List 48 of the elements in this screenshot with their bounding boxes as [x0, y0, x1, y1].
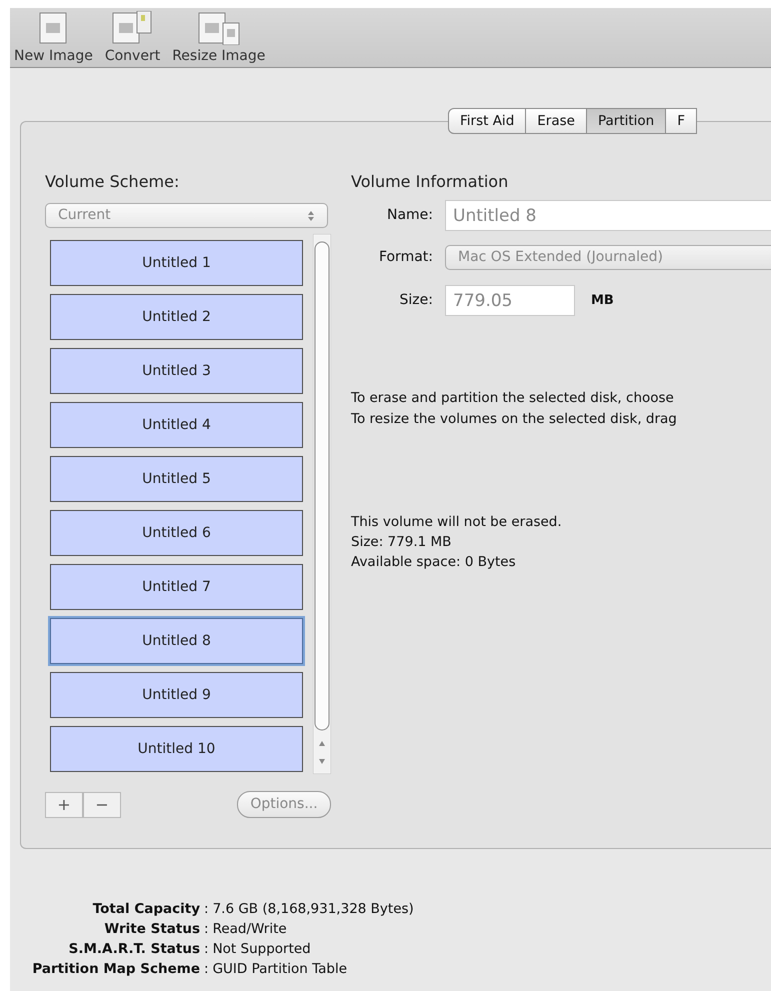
section-title: Volume Scheme: [45, 171, 180, 193]
tab[interactable]: First Aid [448, 108, 526, 134]
partition-block[interactable]: Untitled 10 [50, 726, 303, 772]
info-label: Total Capacity [92, 900, 200, 919]
add-button[interactable]: + [45, 792, 83, 818]
scrollbar[interactable] [313, 234, 331, 774]
info-value: 7.6 GB (8,168,931,328 Bytes) [212, 900, 414, 919]
colon: : [204, 940, 209, 959]
name-field[interactable]: Untitled 8 [445, 200, 771, 231]
colon: : [204, 920, 209, 939]
field-label: Name: [386, 206, 433, 225]
instruction-text: To resize the volumes on the selected disk, drag [351, 410, 678, 429]
partition-block[interactable]: Untitled 8 [50, 618, 303, 664]
tab[interactable]: F [666, 108, 697, 134]
info-value: Not Supported [212, 940, 311, 959]
field-label: Size: [398, 291, 433, 310]
detail-text: Available space: 0 Bytes [351, 553, 517, 572]
info-value: GUID Partition Table [212, 960, 348, 979]
colon: : [204, 960, 209, 979]
toolbar-button[interactable]: New Image [12, 11, 95, 63]
partition-block[interactable]: Untitled 4 [50, 402, 303, 448]
toolbar-button[interactable]: Convert [102, 11, 162, 63]
info-value: Read/Write [212, 920, 287, 939]
info-label: S.M.A.R.T. Status [68, 940, 200, 959]
disk-image-icon [38, 11, 68, 45]
size-field[interactable]: 779.05 [445, 285, 575, 316]
unit-label: MB [591, 292, 614, 310]
partition-block[interactable]: Untitled 9 [50, 672, 303, 718]
instruction-text: To erase and partition the selected disk, choose [351, 389, 675, 408]
info-label: Write Status [103, 920, 200, 939]
partition-block[interactable]: Untitled 1 [50, 240, 303, 286]
tab[interactable]: Erase [526, 108, 587, 134]
stepper-icon [307, 210, 315, 222]
section-title: Volume Information [351, 171, 510, 193]
partition-block[interactable]: Untitled 3 [50, 348, 303, 394]
tab[interactable]: Partition [586, 108, 666, 134]
info-label: Partition Map Scheme [31, 960, 200, 979]
remove-button[interactable]: − [83, 792, 121, 818]
field-label: Format: [378, 248, 433, 267]
detail-text: This volume will not be erased. [351, 513, 563, 532]
partition-block[interactable]: Untitled 5 [50, 456, 303, 502]
partition-block[interactable]: Untitled 2 [50, 294, 303, 340]
partition-block[interactable]: Untitled 7 [50, 564, 303, 610]
colon: : [204, 900, 209, 919]
detail-text: Size: 779.1 MB [351, 533, 452, 552]
document-icon [196, 11, 241, 45]
partition-block[interactable]: Untitled 6 [50, 510, 303, 556]
toolbar-button[interactable]: Resize Image [170, 11, 268, 63]
